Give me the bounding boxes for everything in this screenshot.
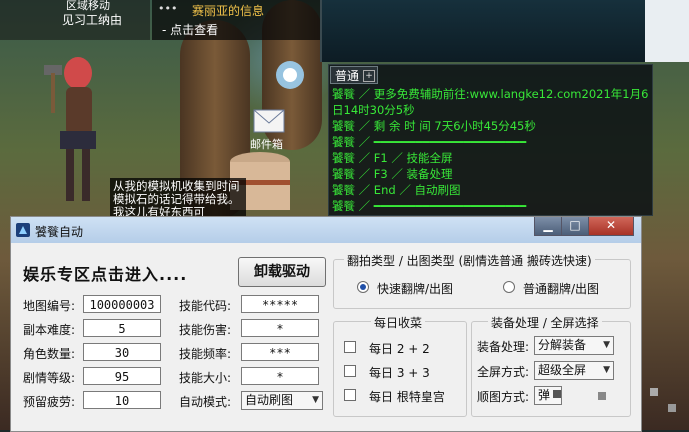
reserve-fatigue-label: 预留疲劳: bbox=[23, 395, 76, 409]
chat-line: 饕餮 ／ ━━━━━━━━━━━━━━━━━━━━━━ bbox=[332, 199, 527, 213]
artifact-pixel bbox=[650, 388, 658, 396]
equip-process-value: 分解装备 bbox=[538, 338, 587, 352]
npc-name-label: 见习工纳由 bbox=[62, 13, 123, 27]
chat-line: 饕餮 ／ End ／ 自动刷图 bbox=[332, 183, 461, 197]
unload-driver-button[interactable]: 卸载驱动 bbox=[238, 257, 326, 287]
chevron-down-icon: ▼ bbox=[603, 365, 610, 375]
close-button[interactable]: ✕ bbox=[588, 217, 634, 236]
news-dots: ••• bbox=[158, 2, 178, 15]
game-top-panel bbox=[320, 0, 689, 62]
map-id-input[interactable]: 100000003 bbox=[83, 295, 161, 313]
news-bar[interactable]: ••• 赛丽亚的信息 - 点击查看 bbox=[152, 0, 320, 40]
minimize-button[interactable]: ▁ bbox=[534, 217, 562, 236]
daily-2plus2-checkbox[interactable] bbox=[344, 341, 356, 353]
fullscreen-mode-value: 超级全屏 bbox=[538, 363, 587, 377]
role-count-input[interactable]: 30 bbox=[83, 343, 161, 361]
role-count-label: 角色数量: bbox=[23, 347, 76, 361]
area-move-panel[interactable]: 区域移动 见习工纳由 bbox=[0, 0, 150, 40]
fast-flip-label[interactable]: 快速翻牌/出图 bbox=[377, 280, 453, 297]
window-title: 饕餮自动 bbox=[35, 225, 84, 239]
fullscreen-mode-select[interactable]: 超级全屏 ▼ bbox=[534, 361, 614, 380]
story-level-input[interactable]: 95 bbox=[83, 367, 161, 385]
skill-damage-label: 技能伤害: bbox=[179, 323, 232, 337]
difficulty-label: 副本难度: bbox=[23, 323, 76, 337]
auto-mode-value: 自动刷图 bbox=[245, 393, 294, 407]
npc-speech-bubble: 从我的模拟机收集到时间模拟石的话记得带给我。我这儿有好东西可 bbox=[110, 178, 246, 219]
news-link[interactable]: - 点击查看 bbox=[162, 21, 218, 38]
map-id-label: 地图编号: bbox=[23, 299, 76, 313]
chat-line: 饕餮 ／ ━━━━━━━━━━━━━━━━━━━━━━ bbox=[332, 135, 527, 149]
chat-tab-normal[interactable]: 普通 + bbox=[330, 66, 378, 84]
skill-code-input[interactable]: ***** bbox=[241, 295, 319, 313]
app-icon bbox=[16, 223, 30, 237]
automation-window: 饕餮自动 ▁ □ ✕ 娱乐专区点击进入.... 卸载驱动 地图编号: 10000… bbox=[10, 216, 642, 432]
chat-add-tab-button[interactable]: + bbox=[363, 70, 375, 82]
right-edge-panel bbox=[645, 0, 689, 62]
route-mode-label: 顺图方式: bbox=[477, 390, 530, 404]
daily-2plus2-label[interactable]: 每日 2 + 2 bbox=[369, 340, 430, 357]
artifact-pixel bbox=[553, 390, 561, 398]
chat-line: 饕餮 ／ F1 ／ 技能全屏 bbox=[332, 151, 453, 165]
difficulty-input[interactable]: 5 bbox=[83, 319, 161, 337]
fullscreen-mode-label: 全屏方式: bbox=[477, 365, 530, 379]
character-figure bbox=[44, 57, 96, 201]
skill-frequency-label: 技能频率: bbox=[179, 347, 232, 361]
equipment-title: 装备处理 / 全屏选择 bbox=[488, 314, 602, 331]
mailbox-label: 邮件箱 bbox=[250, 138, 283, 151]
daily-palace-checkbox[interactable] bbox=[344, 389, 356, 401]
chat-line: 饕餮 ／ 更多免费辅助前往:www.langke12.com2021年1月6 bbox=[332, 87, 649, 101]
artifact-pixel bbox=[598, 392, 606, 400]
skill-damage-input[interactable]: * bbox=[241, 319, 319, 337]
news-title: 赛丽亚的信息 bbox=[192, 4, 265, 18]
window-titlebar[interactable]: 饕餮自动 ▁ □ ✕ bbox=[11, 217, 641, 243]
flip-type-title: 翻拍类型 / 出图类型 (剧情选普通 搬砖选快速) bbox=[344, 252, 595, 269]
daily-harvest-title: 每日收菜 bbox=[371, 314, 426, 331]
chat-tab-label: 普通 bbox=[335, 69, 360, 83]
glow-orb-icon bbox=[276, 61, 304, 89]
normal-flip-label[interactable]: 普通翻牌/出图 bbox=[523, 280, 599, 297]
entertainment-zone-link[interactable]: 娱乐专区点击进入.... bbox=[23, 261, 187, 285]
artifact-pixel bbox=[668, 404, 676, 412]
chevron-down-icon: ▼ bbox=[312, 395, 319, 405]
chat-line: 饕餮 ／ 剩 余 时 间 7天6小时45分45秒 bbox=[332, 119, 536, 133]
normal-flip-radio[interactable] bbox=[503, 281, 515, 293]
reserve-fatigue-input[interactable]: 10 bbox=[83, 391, 161, 409]
fast-flip-radio[interactable] bbox=[357, 281, 369, 293]
equip-process-select[interactable]: 分解装备 ▼ bbox=[534, 336, 614, 355]
auto-mode-select[interactable]: 自动刷图 ▼ bbox=[241, 391, 323, 410]
daily-3plus3-checkbox[interactable] bbox=[344, 365, 356, 377]
equip-process-label: 装备处理: bbox=[477, 340, 530, 354]
skill-size-label: 技能大小: bbox=[179, 371, 232, 385]
chat-line: 饕餮 ／ F3 ／ 装备处理 bbox=[332, 167, 453, 181]
story-level-label: 剧情等级: bbox=[23, 371, 76, 385]
chat-line: 日14时30分5秒 bbox=[332, 103, 415, 117]
skill-frequency-input[interactable]: *** bbox=[241, 343, 319, 361]
skill-code-label: 技能代码: bbox=[179, 299, 232, 313]
daily-3plus3-label[interactable]: 每日 3 + 3 bbox=[369, 364, 430, 381]
maximize-button[interactable]: □ bbox=[561, 217, 589, 236]
daily-palace-label[interactable]: 每日 根特皇宫 bbox=[369, 388, 445, 405]
skill-size-input[interactable]: * bbox=[241, 367, 319, 385]
chevron-down-icon: ▼ bbox=[603, 340, 610, 350]
route-mode-value: 弹 bbox=[538, 388, 551, 402]
auto-mode-label: 自动模式: bbox=[179, 395, 232, 409]
